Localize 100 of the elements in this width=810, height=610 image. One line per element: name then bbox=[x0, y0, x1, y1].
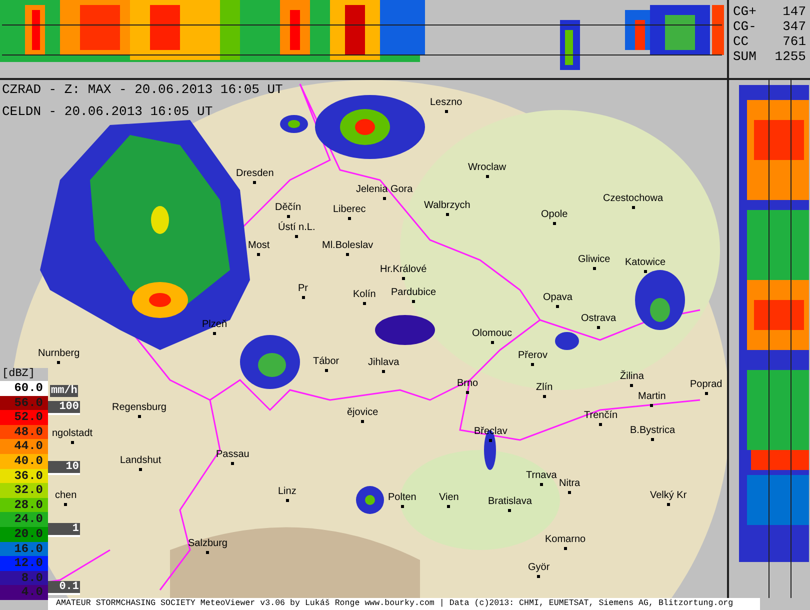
legend-level: 24.0 bbox=[0, 512, 48, 527]
city-marker-icon bbox=[382, 197, 386, 200]
city-label: Nurnberg bbox=[38, 348, 80, 359]
city-marker-icon bbox=[348, 217, 351, 220]
stat-label: CG+ bbox=[733, 4, 756, 19]
legend-level: 28.0 bbox=[0, 498, 48, 512]
city-label: Nitra bbox=[559, 478, 580, 489]
city-label: Pardubice bbox=[391, 287, 436, 298]
rain-rate-mark: 100 bbox=[48, 401, 80, 415]
header-line: CELDN - 20.06.2013 16:05 UT bbox=[2, 104, 214, 120]
city-marker-icon bbox=[531, 363, 534, 366]
city-marker-icon bbox=[644, 270, 647, 273]
city-label: Děčín bbox=[275, 202, 302, 213]
city-marker-icon bbox=[486, 175, 489, 178]
city-marker-icon bbox=[139, 468, 142, 471]
city-label: Leszno bbox=[430, 97, 462, 108]
city-label: Poprad bbox=[690, 379, 722, 390]
stat-label: CG- bbox=[733, 19, 756, 34]
legend-level: 20.0 bbox=[0, 526, 48, 542]
city-label: Kolín bbox=[353, 289, 376, 300]
city-marker-icon bbox=[57, 361, 60, 364]
city-marker-icon bbox=[537, 575, 540, 578]
city-label: Tábor bbox=[313, 356, 340, 367]
city-label: Katowice bbox=[625, 257, 666, 268]
city-marker-icon bbox=[556, 305, 560, 308]
city-label: Salzburg bbox=[188, 538, 228, 549]
city-label: Martin bbox=[638, 391, 666, 402]
legend-level: 48.0 bbox=[0, 424, 48, 440]
city-marker-icon bbox=[346, 253, 350, 256]
legend-level: 56.0 bbox=[0, 396, 48, 410]
city-marker-icon bbox=[552, 222, 556, 225]
stat-value: 147 bbox=[782, 4, 806, 19]
legend-level: 16.0 bbox=[0, 542, 48, 556]
city-label: Pr bbox=[298, 283, 308, 294]
radar-echo bbox=[635, 270, 685, 330]
city-marker-icon bbox=[361, 420, 364, 423]
city-marker-icon bbox=[402, 277, 405, 280]
city-marker-icon bbox=[490, 341, 494, 344]
city-label: Regensburg bbox=[112, 402, 166, 413]
city-marker-icon bbox=[489, 439, 492, 442]
city-label: Walbrzych bbox=[424, 200, 470, 211]
city-label: Trenčín bbox=[584, 410, 618, 421]
city-label: Jelenia Gora bbox=[356, 184, 413, 195]
header-line: CZRAD - Z: MAX - 20.06.2013 16:05 UT bbox=[2, 82, 283, 98]
rain-unit-label: mm/h bbox=[50, 385, 78, 397]
city-marker-icon bbox=[568, 491, 572, 494]
city-marker-icon bbox=[651, 438, 654, 441]
city-marker-icon bbox=[508, 509, 512, 512]
stat-value: 761 bbox=[782, 34, 806, 49]
city-marker-icon bbox=[704, 392, 708, 395]
city-marker-icon bbox=[666, 503, 670, 506]
city-label: Hr.Králové bbox=[380, 264, 427, 275]
legend-level: 8.0 bbox=[0, 570, 48, 586]
city-marker-icon bbox=[64, 503, 68, 506]
city-marker-icon bbox=[444, 110, 448, 113]
city-marker-icon bbox=[324, 369, 328, 372]
city-marker-icon bbox=[650, 404, 654, 407]
legend-level: 32.0 bbox=[0, 483, 48, 498]
city-label: Ústí n.L. bbox=[278, 222, 316, 233]
city-marker-icon bbox=[213, 332, 216, 335]
city-marker-icon bbox=[630, 384, 634, 387]
city-marker-icon bbox=[447, 505, 450, 508]
city-label: Opava bbox=[543, 292, 572, 303]
city-marker-icon bbox=[597, 326, 600, 329]
city-marker-icon bbox=[231, 462, 234, 465]
stat-label: SUM bbox=[733, 49, 756, 64]
city-label: Wroclaw bbox=[468, 162, 506, 173]
city-label: Polten bbox=[388, 492, 416, 503]
legend-level: 4.0 bbox=[0, 585, 48, 600]
radar-echo bbox=[555, 332, 579, 350]
city-label: Linz bbox=[278, 486, 296, 497]
city-label: Györ bbox=[528, 562, 550, 573]
city-label: Žilina bbox=[620, 371, 644, 382]
legend-level: 60.0 bbox=[0, 381, 48, 396]
city-label: Dresden bbox=[236, 168, 274, 179]
city-marker-icon bbox=[599, 423, 602, 426]
city-label: Most bbox=[248, 240, 270, 251]
city-marker-icon bbox=[542, 395, 546, 398]
city-marker-icon bbox=[253, 181, 256, 184]
city-marker-icon bbox=[302, 296, 304, 299]
stat-value: 1255 bbox=[774, 49, 806, 64]
stat-label: CC bbox=[733, 34, 749, 49]
city-label: Komarno bbox=[545, 534, 586, 545]
city-label: Gliwice bbox=[578, 254, 610, 265]
city-marker-icon bbox=[540, 483, 543, 486]
city-label: Trnava bbox=[526, 470, 557, 481]
city-label: Vien bbox=[439, 492, 459, 503]
city-marker-icon bbox=[286, 499, 289, 502]
legend-level: 44.0 bbox=[0, 439, 48, 454]
legend-level: 40.0 bbox=[0, 454, 48, 469]
city-marker-icon bbox=[382, 370, 386, 373]
rain-rate-mark: 1 bbox=[48, 523, 80, 537]
radar-echo bbox=[356, 486, 384, 514]
credits-text: AMATEUR STORMCHASING SOCIETY MeteoViewer v3.06 by Lukáš Ronge www.bourky.com | Data (c)2013: CHMI, EUMETSAT, Siemens AG, Blitzortung.org bbox=[48, 598, 760, 610]
city-label: Zlín bbox=[536, 382, 553, 393]
city-label: Passau bbox=[216, 449, 250, 460]
city-marker-icon bbox=[466, 391, 470, 394]
city-marker-icon bbox=[286, 215, 290, 218]
city-marker-icon bbox=[138, 415, 141, 418]
city-label: ngolstadt bbox=[52, 428, 93, 439]
